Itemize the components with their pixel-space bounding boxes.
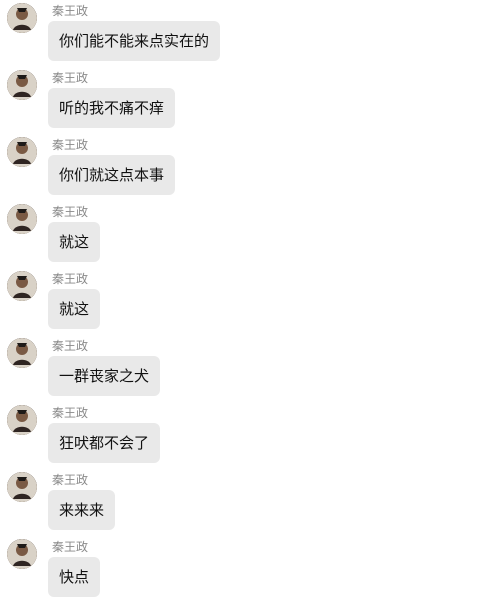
message-bubble[interactable]: 狂吠都不会了 — [48, 423, 161, 463]
avatar-person-icon[interactable] — [7, 539, 37, 569]
chat-message: 秦王政 狂吠都不会了 — [0, 402, 501, 464]
message-bubble[interactable]: 你们能不能来点实在的 — [48, 21, 221, 61]
chat-message: 秦王政 你们能不能来点实在的 — [0, 0, 501, 62]
message-bubble[interactable]: 快点 — [48, 557, 101, 597]
avatar-person-icon[interactable] — [7, 3, 37, 33]
avatar-person-icon[interactable] — [7, 405, 37, 435]
chat-message: 秦王政 听的我不痛不痒 — [0, 67, 501, 129]
avatar-person-icon[interactable] — [7, 70, 37, 100]
sender-name: 秦王政 — [52, 205, 89, 219]
message-bubble[interactable]: 就这 — [48, 289, 101, 329]
sender-name: 秦王政 — [52, 540, 89, 554]
message-bubble[interactable]: 听的我不痛不痒 — [48, 88, 176, 128]
sender-name: 秦王政 — [52, 473, 89, 487]
message-bubble[interactable]: 来来来 — [48, 490, 116, 530]
chat-message: 秦王政 一群丧家之犬 — [0, 335, 501, 397]
sender-name: 秦王政 — [52, 339, 89, 353]
chat-message: 秦王政 你们就这点本事 — [0, 134, 501, 196]
sender-name: 秦王政 — [52, 272, 89, 286]
message-bubble[interactable]: 你们就这点本事 — [48, 155, 176, 195]
message-bubble[interactable]: 一群丧家之犬 — [48, 356, 161, 396]
chat-message: 秦王政 就这 — [0, 268, 501, 330]
avatar-person-icon[interactable] — [7, 137, 37, 167]
avatar-person-icon[interactable] — [7, 472, 37, 502]
chat-message-list: 秦王政 你们能不能来点实在的 秦王政 听的我不痛不痒 秦王政 你们就这点本事 秦… — [0, 0, 501, 607]
sender-name: 秦王政 — [52, 138, 89, 152]
sender-name: 秦王政 — [52, 4, 89, 18]
avatar-person-icon[interactable] — [7, 271, 37, 301]
avatar-person-icon[interactable] — [7, 204, 37, 234]
message-bubble[interactable]: 就这 — [48, 222, 101, 262]
avatar-person-icon[interactable] — [7, 338, 37, 368]
chat-message: 秦王政 快点 — [0, 536, 501, 598]
chat-message: 秦王政 就这 — [0, 201, 501, 263]
sender-name: 秦王政 — [52, 406, 89, 420]
sender-name: 秦王政 — [52, 71, 89, 85]
chat-message: 秦王政 来来来 — [0, 469, 501, 531]
